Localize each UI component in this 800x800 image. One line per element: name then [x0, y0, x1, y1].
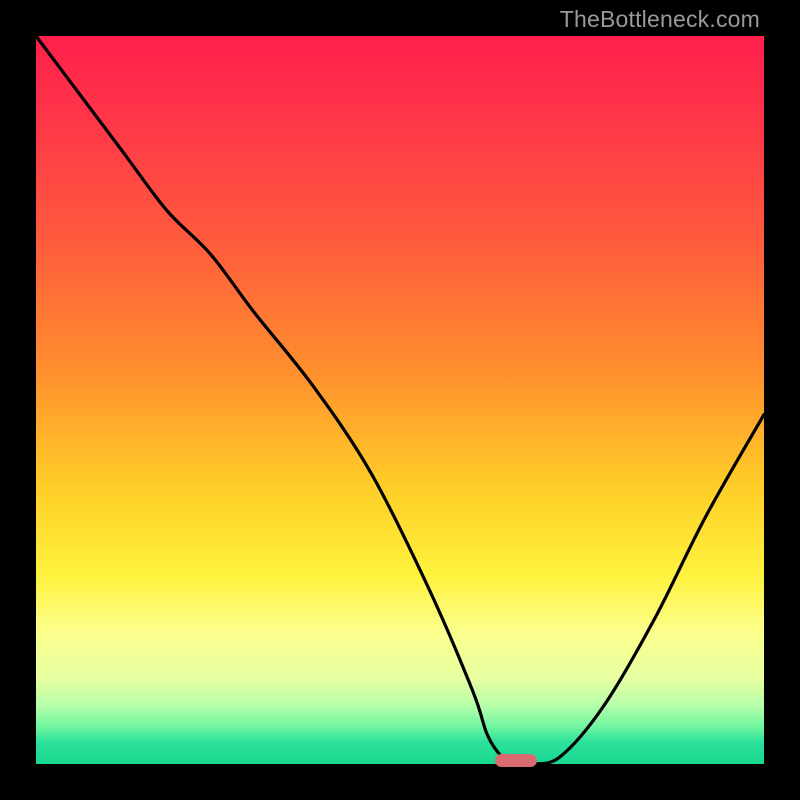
watermark-text: TheBottleneck.com — [560, 6, 760, 33]
minimum-marker — [495, 754, 537, 767]
bottleneck-curve — [36, 36, 764, 765]
chart-frame: TheBottleneck.com — [0, 0, 800, 800]
curve-layer — [36, 36, 764, 764]
